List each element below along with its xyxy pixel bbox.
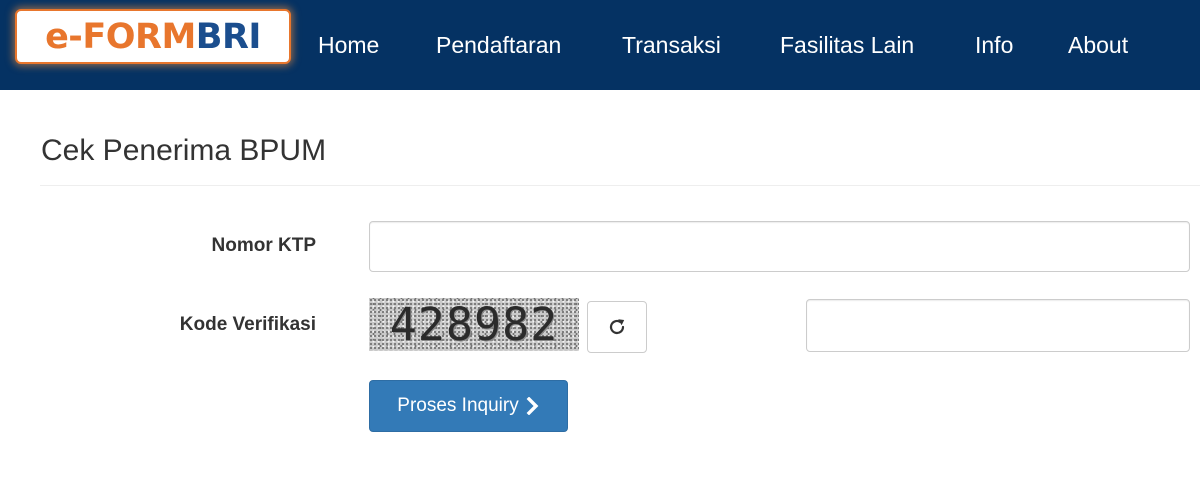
- captcha-image: 428982: [369, 298, 579, 351]
- verification-label: Kode Verifikasi: [179, 314, 316, 335]
- nav-item-about[interactable]: About: [1068, 30, 1128, 60]
- verification-code-input[interactable]: [806, 299, 1190, 352]
- page-title: Cek Penerima BPUM: [41, 134, 327, 167]
- eformbri-logo[interactable]: e-FORM BRI: [15, 9, 291, 64]
- nav-item-home[interactable]: Home: [318, 30, 379, 60]
- ktp-input[interactable]: [369, 221, 1190, 272]
- ktp-label: Nomor KTP: [211, 235, 317, 256]
- refresh-icon: [607, 317, 627, 337]
- logo-text-bri: BRI: [195, 16, 262, 57]
- logo-text-eform: e-FORM: [45, 16, 196, 57]
- nav-item-transaksi[interactable]: Transaksi: [622, 30, 721, 60]
- title-divider: [40, 185, 1200, 186]
- proses-inquiry-button[interactable]: Proses Inquiry: [369, 380, 568, 432]
- captcha-code: 428982: [389, 298, 559, 351]
- nav-item-pendaftaran[interactable]: Pendaftaran: [436, 30, 561, 60]
- nav-item-fasilitas-lain[interactable]: Fasilitas Lain: [780, 30, 914, 60]
- chevron-right-icon: [526, 397, 540, 415]
- top-navbar: e-FORM BRI Home Pendaftaran Transaksi Fas…: [0, 0, 1200, 90]
- submit-button-label: Proses Inquiry: [397, 395, 519, 416]
- nav-item-info[interactable]: Info: [975, 30, 1013, 60]
- refresh-captcha-button[interactable]: [587, 301, 647, 353]
